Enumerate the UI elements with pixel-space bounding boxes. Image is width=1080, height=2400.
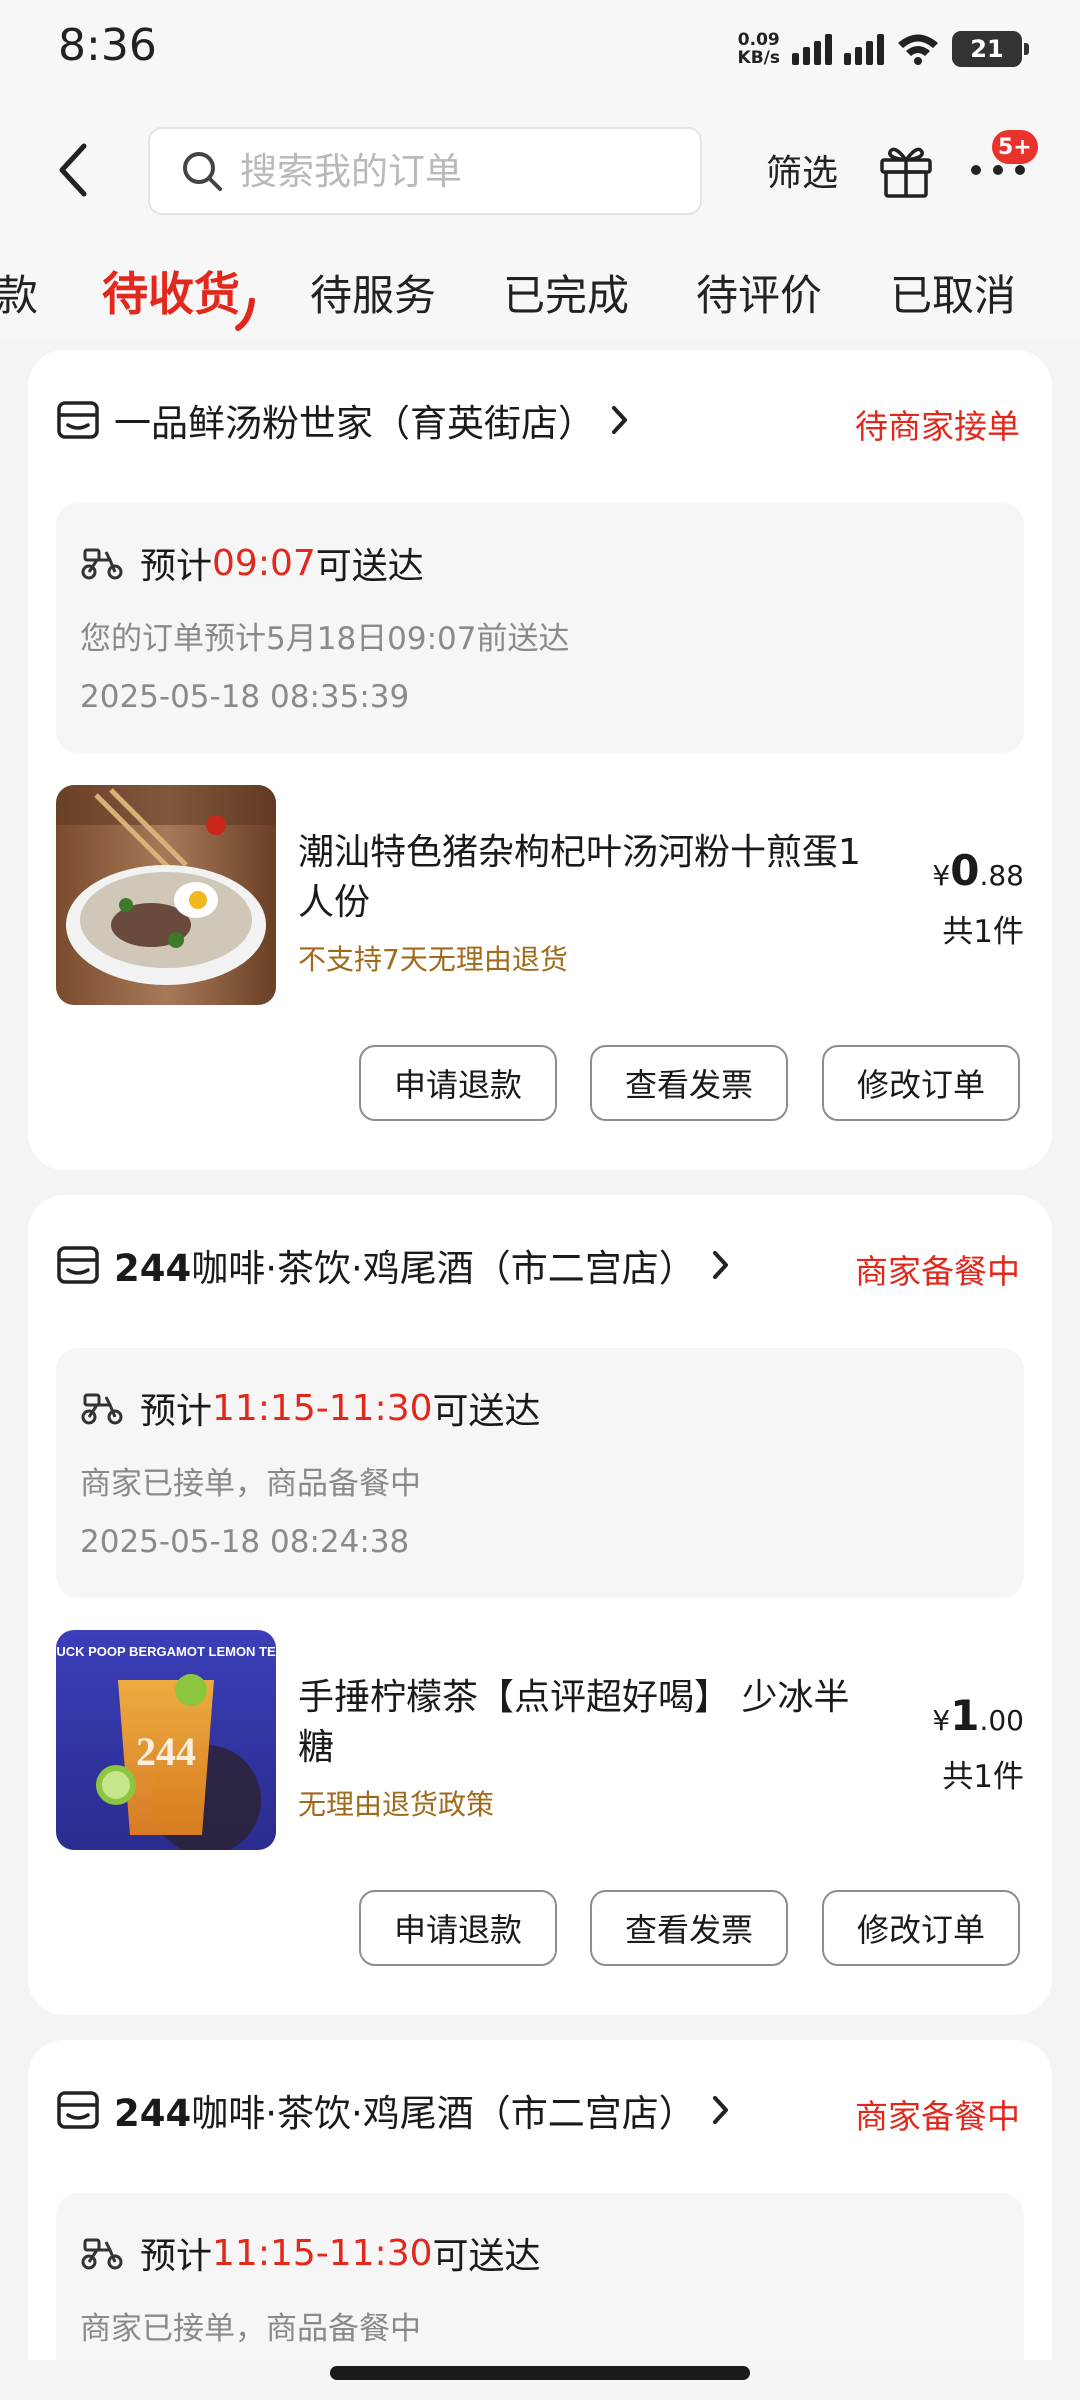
item-count: 共1件: [942, 1759, 1024, 1795]
tab-completed[interactable]: 已完成: [503, 262, 629, 323]
header: 筛选 5+: [0, 100, 1080, 240]
notification-badge: 5+: [992, 130, 1038, 164]
svg-text:244: 244: [136, 1729, 196, 1774]
modify-order-button[interactable]: 修改订单: [822, 1890, 1020, 1966]
product-price: ¥0.88: [932, 846, 1024, 895]
store-icon: [57, 1246, 99, 1284]
order-list: 一品鲜汤粉世家（育英街店） 待商家接单 预计 09:07 可送达 您的订单预计5月1…: [0, 340, 1080, 2360]
return-policy: 不支持7天无理由退货: [298, 943, 568, 976]
store-name-text: 咖啡·茶饮·鸡尾酒（市二宫店）: [191, 1247, 696, 1290]
eta-suffix: 可送达: [432, 2236, 541, 2277]
network-speed-value: 0.09: [737, 30, 780, 50]
status-icons: 0.09 KB/s 21: [738, 28, 1029, 70]
eta-prefix: 预计: [140, 546, 213, 587]
price-symbol: ¥: [932, 859, 951, 892]
status-time: 8:36: [58, 20, 157, 71]
item-count: 共1件: [942, 914, 1024, 950]
eta-description: 您的订单预计5月18日09:07前送达: [80, 621, 570, 657]
network-speed: 0.09 KB/s: [738, 31, 780, 67]
return-policy: 无理由退货政策: [298, 1788, 495, 1821]
eta-line: 预计 11:15-11:30 可送达: [80, 2227, 541, 2279]
eta-prefix: 预计: [140, 1391, 213, 1432]
chevron-right-icon: [612, 406, 627, 434]
tab-to-review[interactable]: 待评价: [696, 262, 822, 323]
order-card[interactable]: 244咖啡·茶饮·鸡尾酒（市二宫店） 商家备餐中 预计 11:15-11:30 可送…: [28, 2040, 1052, 2360]
gift-icon[interactable]: [878, 140, 934, 200]
store-name: 244咖啡·茶饮·鸡尾酒（市二宫店）: [114, 2083, 696, 2137]
battery-icon: 21: [952, 31, 1029, 67]
delivery-info: 预计 11:15-11:30 可送达 商家已接单，商品备餐中 2025-05-18 …: [56, 1348, 1024, 1598]
order-status: 待商家接单: [855, 407, 1020, 446]
eta-time: 11:15-11:30: [212, 1387, 433, 1429]
delivery-info: 预计 09:07 可送达 您的订单预计5月18日09:07前送达 2025-05-1…: [56, 503, 1024, 753]
search-icon: [183, 152, 222, 191]
store-name: 244咖啡·茶饮·鸡尾酒（市二宫店）: [114, 1238, 696, 1292]
refund-button[interactable]: 申请退款: [359, 1045, 557, 1121]
price-decimal: .88: [979, 859, 1024, 892]
search-box[interactable]: [148, 127, 702, 215]
product-title[interactable]: 潮汕特色猪杂枸杞叶汤河粉十煎蛋1人份: [298, 828, 878, 928]
chevron-right-icon: [712, 2096, 728, 2124]
delivery-info: 预计 11:15-11:30 可送达 商家已接单，商品备餐中: [56, 2193, 1024, 2360]
active-tab-indicator: [235, 298, 255, 331]
eta-line: 预计 09:07 可送达: [80, 537, 424, 589]
store-name: 一品鲜汤粉世家（育英街店）: [114, 402, 595, 445]
price-integer: 1: [950, 1691, 980, 1740]
eta-description: 商家已接单，商品备餐中: [80, 1466, 421, 1502]
chevron-right-icon: [712, 1251, 728, 1279]
product-price: ¥1.00: [932, 1691, 1024, 1740]
scooter-icon: [81, 1393, 123, 1425]
order-timestamp: 2025-05-18 08:24:38: [80, 1524, 410, 1560]
order-timestamp: 2025-05-18 08:35:39: [80, 679, 410, 715]
price-decimal: .00: [979, 1704, 1024, 1737]
eta-line: 预计 11:15-11:30 可送达: [80, 1382, 541, 1434]
product-image[interactable]: DUCK POOP BERGAMOT LEMON TEA 244: [56, 1630, 276, 1850]
order-card[interactable]: 一品鲜汤粉世家（育英街店） 待商家接单 预计 09:07 可送达 您的订单预计5月1…: [28, 350, 1052, 1170]
eta-time: 11:15-11:30: [212, 2232, 433, 2274]
back-icon[interactable]: [50, 140, 100, 200]
home-indicator[interactable]: [330, 2366, 750, 2380]
eta-suffix: 可送达: [315, 546, 424, 587]
modify-order-button[interactable]: 修改订单: [822, 1045, 1020, 1121]
tab-to-service[interactable]: 待服务: [310, 262, 436, 323]
tab-to-receive[interactable]: 待收货: [102, 258, 240, 324]
scooter-icon: [81, 548, 123, 580]
store-number: 244: [114, 2092, 192, 2135]
signal-icon: [792, 33, 832, 65]
battery-level: 21: [970, 35, 1004, 63]
store-icon: [57, 2091, 99, 2129]
wifi-icon: [898, 34, 938, 65]
price-integer: 0: [950, 846, 980, 895]
eta-prefix: 预计: [140, 2236, 213, 2277]
invoice-button[interactable]: 查看发票: [590, 1045, 788, 1121]
network-speed-unit: KB/s: [737, 48, 780, 68]
product-image-text: DUCK POOP BERGAMOT LEMON TEA: [56, 1644, 276, 1659]
product-title[interactable]: 手捶柠檬茶【点评超好喝】 少冰半糖: [298, 1673, 878, 1773]
status-bar: 8:36 0.09 KB/s 21: [0, 0, 1080, 100]
product-image[interactable]: [56, 785, 276, 1005]
order-card[interactable]: 244咖啡·茶饮·鸡尾酒（市二宫店） 商家备餐中 预计 11:15-11:30 可送…: [28, 1195, 1052, 2015]
store-number: 244: [114, 1247, 192, 1290]
order-tabs: 款 待收货 待服务 已完成 待评价 已取消: [0, 240, 1080, 340]
order-status: 商家备餐中: [855, 1252, 1020, 1291]
search-input[interactable]: [240, 149, 660, 193]
refund-button[interactable]: 申请退款: [359, 1890, 557, 1966]
eta-suffix: 可送达: [432, 1391, 541, 1432]
signal-icon-2: [844, 33, 884, 65]
eta-time: 09:07: [212, 542, 316, 584]
scooter-icon: [81, 2238, 123, 2270]
store-name-text: 咖啡·茶饮·鸡尾酒（市二宫店）: [191, 2092, 696, 2135]
tab-refund[interactable]: 款: [0, 262, 38, 323]
eta-description: 商家已接单，商品备餐中: [80, 2311, 421, 2347]
invoice-button[interactable]: 查看发票: [590, 1890, 788, 1966]
order-status: 商家备餐中: [855, 2097, 1020, 2136]
tab-cancelled[interactable]: 已取消: [890, 262, 1016, 323]
filter-button[interactable]: 筛选: [766, 144, 838, 196]
store-icon: [57, 401, 99, 439]
price-symbol: ¥: [932, 1704, 951, 1737]
